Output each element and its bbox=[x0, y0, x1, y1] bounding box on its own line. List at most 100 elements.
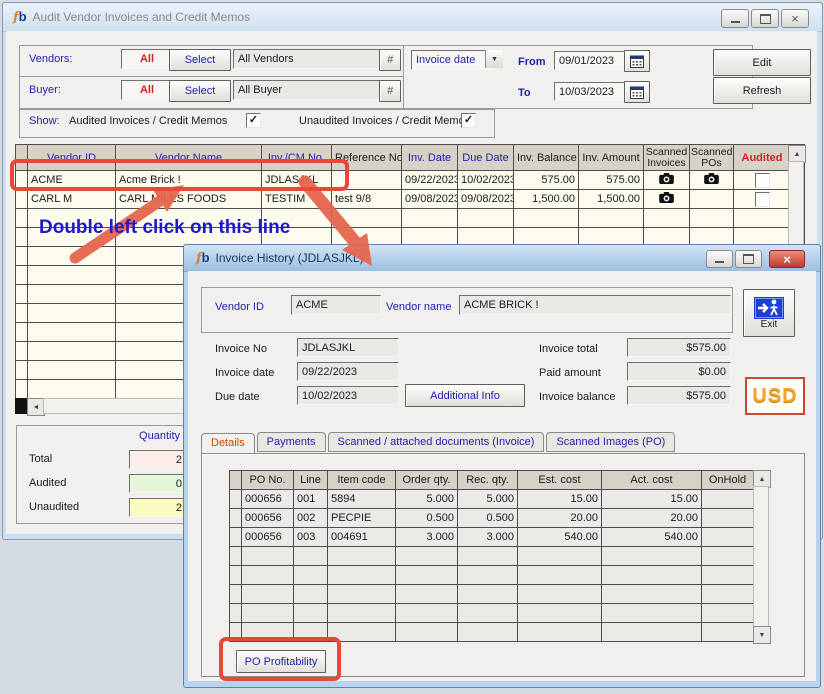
col-audited[interactable]: Audited bbox=[734, 145, 791, 171]
tab-bar: Details Payments Scanned / attached docu… bbox=[201, 430, 675, 454]
col-due-date[interactable]: Due Date bbox=[458, 145, 514, 171]
total-label: Total bbox=[29, 453, 52, 465]
scroll-up-icon: ▲ bbox=[794, 151, 801, 158]
from-date-field[interactable]: 09/01/2023 bbox=[554, 51, 630, 70]
main-title-bar: fb Audit Vendor Invoices and Credit Memo… bbox=[3, 3, 822, 32]
table-row-empty bbox=[16, 209, 805, 228]
col-po-no[interactable]: PO No. bbox=[242, 471, 294, 490]
exit-door-icon bbox=[754, 297, 784, 319]
maximize-icon bbox=[760, 14, 771, 24]
vendor-id-field: ACME bbox=[291, 295, 381, 315]
audited-row-checkbox[interactable] bbox=[755, 173, 770, 188]
col-scanned-invoices[interactable]: Scanned Invoices bbox=[644, 145, 690, 171]
additional-info-button[interactable]: Additional Info bbox=[405, 384, 525, 407]
po-row[interactable]: 000656 001 5894 5.000 5.000 15.00 15.00 bbox=[230, 490, 754, 509]
invoice-row-acme[interactable]: ACME Acme Brick ! JDLASJKL 09/22/2023 10… bbox=[16, 171, 805, 190]
col-reference-no[interactable]: Reference No. bbox=[332, 145, 402, 171]
refresh-button[interactable]: Refresh bbox=[713, 77, 811, 104]
col-rec-qty[interactable]: Rec. qty. bbox=[458, 471, 518, 490]
scroll-down-icon: ▼ bbox=[759, 632, 766, 639]
tab-payments[interactable]: Payments bbox=[257, 432, 326, 452]
po-profitability-button[interactable]: PO Profitability bbox=[236, 650, 326, 673]
show-label: Show: bbox=[29, 115, 60, 127]
buyer-count-button[interactable]: # bbox=[379, 80, 401, 102]
table-row-empty bbox=[230, 547, 754, 566]
dialog-minimize-button[interactable] bbox=[706, 250, 733, 268]
unaudited-label: Unaudited bbox=[29, 501, 79, 513]
camera-icon bbox=[659, 192, 674, 203]
from-calendar-button[interactable] bbox=[624, 50, 650, 72]
buyer-select-button[interactable]: Select bbox=[169, 80, 231, 102]
scroll-left-icon: ◄ bbox=[33, 404, 40, 411]
po-table: PO No. Line Item code Order qty. Rec. qt… bbox=[229, 470, 754, 642]
dialog-maximize-button[interactable] bbox=[735, 250, 762, 268]
check-icon: ✓ bbox=[249, 115, 258, 126]
app-logo: fb bbox=[13, 9, 33, 25]
from-label: From bbox=[518, 56, 546, 68]
po-row[interactable]: 000656 002 PECPIE 0.500 0.500 20.00 20.0… bbox=[230, 509, 754, 528]
col-vendor-id[interactable]: Vendor ID bbox=[28, 145, 116, 171]
close-button[interactable]: × bbox=[781, 9, 809, 28]
audited-checkbox[interactable]: ✓ bbox=[246, 113, 261, 128]
col-order-qty[interactable]: Order qty. bbox=[396, 471, 458, 490]
calendar-icon bbox=[630, 55, 644, 68]
to-date-field[interactable]: 10/03/2023 bbox=[554, 82, 630, 101]
edit-button[interactable]: Edit bbox=[713, 49, 811, 76]
tab-scanned-documents-invoice[interactable]: Scanned / attached documents (Invoice) bbox=[328, 432, 545, 452]
col-item-code[interactable]: Item code bbox=[328, 471, 396, 490]
date-type-combo[interactable]: Invoice date bbox=[411, 50, 494, 70]
vendors-select-button[interactable]: Select bbox=[169, 49, 231, 71]
po-scroll-down-button[interactable]: ▼ bbox=[753, 626, 771, 644]
col-act-cost[interactable]: Act. cost bbox=[602, 471, 702, 490]
col-inv-amount[interactable]: Inv. Amount bbox=[579, 145, 644, 171]
col-vendor-name[interactable]: Vendor Name bbox=[116, 145, 262, 171]
col-inv-balance[interactable]: Inv. Balance bbox=[514, 145, 579, 171]
col-line[interactable]: Line bbox=[294, 471, 328, 490]
minimize-button[interactable] bbox=[721, 9, 749, 28]
app-logo: fb bbox=[196, 250, 216, 266]
exit-button[interactable]: Exit bbox=[743, 289, 795, 337]
minimize-icon bbox=[731, 21, 740, 23]
buyer-value-field[interactable]: All Buyer bbox=[233, 80, 387, 100]
col-est-cost[interactable]: Est. cost bbox=[518, 471, 602, 490]
invoice-row-carl[interactable]: CARL M CARL MILES FOODS TESTIM test 9/8 … bbox=[16, 190, 805, 209]
col-scanned-pos[interactable]: Scanned POs bbox=[690, 145, 734, 171]
po-table-header-row: PO No. Line Item code Order qty. Rec. qt… bbox=[230, 471, 754, 490]
col-inv-date[interactable]: Inv. Date bbox=[402, 145, 458, 171]
vendors-value-field[interactable]: All Vendors bbox=[233, 49, 387, 69]
invoice-table-header-row: Vendor ID Vendor Name Inv./CM No. Refere… bbox=[16, 145, 805, 171]
vendors-label: Vendors: bbox=[29, 53, 72, 65]
audited-row-checkbox[interactable] bbox=[755, 192, 770, 207]
table-row-empty bbox=[230, 623, 754, 642]
vendor-id-label: Vendor ID bbox=[215, 301, 264, 313]
audited-label: Audited bbox=[29, 477, 66, 489]
unaudited-checkbox-label: Unaudited Invoices / Credit Memos bbox=[299, 115, 470, 127]
tab-scanned-images-po[interactable]: Scanned Images (PO) bbox=[546, 432, 675, 452]
paid-amount-field: $0.00 bbox=[627, 362, 731, 381]
po-scrollbar-track[interactable] bbox=[753, 486, 769, 628]
screen: fb Audit Vendor Invoices and Credit Memo… bbox=[0, 0, 824, 694]
invoice-total-label: Invoice total bbox=[539, 343, 598, 355]
tab-details[interactable]: Details bbox=[201, 433, 255, 454]
maximize-button[interactable] bbox=[751, 9, 779, 28]
minimize-icon bbox=[715, 261, 724, 263]
check-icon: ✓ bbox=[464, 115, 473, 126]
invoice-no-label: Invoice No bbox=[215, 343, 267, 355]
date-type-combo-button[interactable]: ▼ bbox=[485, 50, 503, 68]
to-calendar-button[interactable] bbox=[624, 81, 650, 103]
due-date-label: Due date bbox=[215, 391, 260, 403]
invoice-balance-field: $575.00 bbox=[627, 386, 731, 405]
unaudited-checkbox[interactable]: ✓ bbox=[461, 113, 476, 128]
maximize-icon bbox=[743, 254, 754, 264]
dialog-title: Invoice History (JDLASJKL) bbox=[216, 251, 364, 265]
paid-amount-label: Paid amount bbox=[539, 367, 601, 379]
camera-icon bbox=[704, 173, 719, 184]
col-inv-cm-no[interactable]: Inv./CM No. bbox=[262, 145, 332, 171]
to-label: To bbox=[518, 87, 531, 99]
col-onhold[interactable]: OnHold bbox=[702, 471, 754, 490]
po-row[interactable]: 000656 003 004691 3.000 3.000 540.00 540… bbox=[230, 528, 754, 547]
audited-value: 0 bbox=[129, 474, 187, 493]
dialog-close-button[interactable]: × bbox=[769, 250, 805, 268]
invoice-balance-label: Invoice balance bbox=[539, 391, 615, 403]
vendors-count-button[interactable]: # bbox=[379, 49, 401, 71]
